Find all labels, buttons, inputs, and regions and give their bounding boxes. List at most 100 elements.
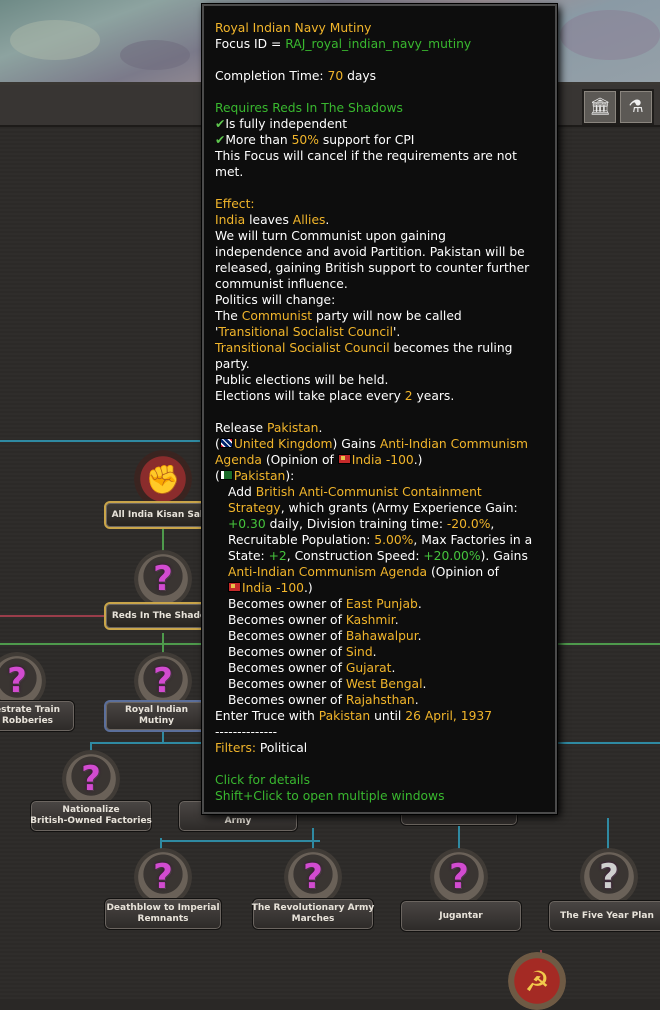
effect-text: , which grants (Army Experience Gain: [280,501,518,515]
completion-value: 70 [327,69,344,83]
cancel-note: This Focus will cancel if the requiremen… [215,149,517,163]
country-name: India [351,453,382,467]
connector-line [0,440,200,442]
owner-line: Becomes owner of West Bengal. [228,677,427,691]
effect-text: The [215,309,242,323]
focus-jugantar[interactable]: Jugantar [400,900,522,932]
connector-line [0,615,105,617]
effect-line: released, gaining British support to cou… [215,261,530,275]
focus-orchestrate-train-robberies[interactable]: estrate Train Robberies [0,700,75,732]
idea-name: British Anti-Communist Containment [255,485,482,499]
fist-icon[interactable]: ✊ [134,450,192,508]
focus-label-text: Reds In The Shado [111,610,207,621]
country-name: India [215,213,246,227]
release-line: Release Pakistan. [215,420,545,436]
effect-text: .) [304,581,313,595]
checkmark-icon: ✔ [215,133,226,147]
focus-label-text: Deathblow to Imperial Remnants [106,903,220,924]
effect-text: Becomes owner of [228,629,346,643]
modifier-value: 5.00% [374,533,414,547]
idea-name: Anti-Indian Communism Agenda [228,565,428,579]
tooltip-completion: Completion Time: 70 days [215,68,545,84]
effect-text: Becomes owner of [228,645,346,659]
effect-text: . [325,213,330,227]
requires-line: Requires Reds In The Shadows [215,101,403,115]
hammer-sickle-icon[interactable]: ☭ [508,952,566,1010]
connector-line [312,828,314,850]
effect-text: becomes the ruling [389,341,513,355]
effect-text: . [318,421,323,435]
effect-line: 'Transitional Socialist Council'. [215,324,545,340]
focus-label-text: The Revolutionary Army Marches [251,903,375,924]
question-icon-grey[interactable]: ? [580,848,638,906]
modifier-value: +0.30 [228,517,266,531]
focus-the-five-year-plan[interactable]: The Five Year Plan [548,900,660,932]
effect-text: , Construction Speed: [286,549,424,563]
effect-text: Becomes owner of [228,661,346,675]
faction-name: Allies [292,213,326,227]
owner-line: Becomes owner of Sind. [228,645,377,659]
question-glyph: ? [7,661,27,701]
owner-line: Becomes owner of Kashmir. [228,613,399,627]
effect-line: Elections will take place every 2 years. [215,388,545,404]
focus-nationalize-british-owned-factories[interactable]: Nationalize British-Owned Factories [30,800,152,832]
modifier-value: +2 [268,549,287,563]
question-glyph: ? [81,759,101,799]
focus-all-india-kisan-sabha[interactable]: All India Kisan Sab [104,501,214,529]
completion-unit: days [343,69,377,83]
effect-text: party will now be called [312,309,462,323]
question-glyph: ? [449,857,469,897]
modifier-value: -20.0% [446,517,491,531]
effect-line: India leaves Allies. [215,212,545,228]
country-name: India [242,581,273,595]
checkmark-icon: ✔ [215,117,226,131]
effect-text: Elections will take place every [215,389,405,403]
india-flag-icon [228,582,241,592]
effect-text: , Max Factories in a [413,533,533,547]
idea-name: Strategy [228,501,281,515]
uk-gains-line: Agenda (Opinion of India -100.) [215,452,545,468]
flask-icon[interactable]: ⚗ [618,89,654,125]
focus-reds-in-the-shadows[interactable]: Reds In The Shado [104,602,214,630]
focus-the-revolutionary-army-marches[interactable]: The Revolutionary Army Marches [252,898,374,930]
idea-line: Anti-Indian Communism Agenda (Opinion of [215,564,545,580]
bank-icon[interactable]: 🏛 [582,89,618,125]
bank-glyph: 🏛 [589,97,611,117]
effect-text: Add [228,485,256,499]
country-name: Pakistan [266,421,319,435]
question-icon[interactable]: ? [430,848,488,906]
effect-text: Release [215,421,267,435]
requirement-value: 50% [291,133,319,147]
question-icon[interactable]: ? [134,550,192,608]
state-name: Sind [345,645,373,659]
connector-line [556,742,660,744]
effect-line: communist influence. [215,277,348,291]
requirement-text: Is fully independent [225,117,348,131]
state-name: Gujarat [345,661,392,675]
effect-text: leaves [245,213,293,227]
focus-label-text: All India Kisan Sab [111,509,207,520]
focus-royal-indian-navy-mutiny[interactable]: Royal Indian Mutiny [104,700,209,732]
focus-deathblow-to-imperial-remnants[interactable]: Deathblow to Imperial Remnants [104,898,222,930]
effect-text: .) [413,453,423,467]
party-name: Transitional Socialist Council [218,325,394,339]
owner-line: Becomes owner of East Punjab. [228,597,422,611]
effect-line: party. [215,357,250,371]
effect-text: ). Gains [480,549,528,563]
idea-line: Add British Anti-Communist Containment [215,484,545,500]
truce-date: 26 April, 1937 [405,709,493,723]
effect-line: The Communist party will now be called [215,308,545,324]
effect-text: State: [228,549,269,563]
click-hint: Click for details [215,773,310,787]
effect-text: daily, Division training time: [265,517,447,531]
country-name: Pakistan [233,469,286,483]
effect-text: '. [393,325,401,339]
idea-line: +0.30 daily, Division training time: -20… [215,516,545,532]
india-flag-icon [337,454,351,464]
cancel-note: met. [215,165,244,179]
effect-line: Politics will change: [215,293,336,307]
country-name: United Kingdom [233,437,333,451]
ideology-name: Communist [241,309,313,323]
requirement-text: More than [225,133,292,147]
question-glyph: ? [153,857,173,897]
